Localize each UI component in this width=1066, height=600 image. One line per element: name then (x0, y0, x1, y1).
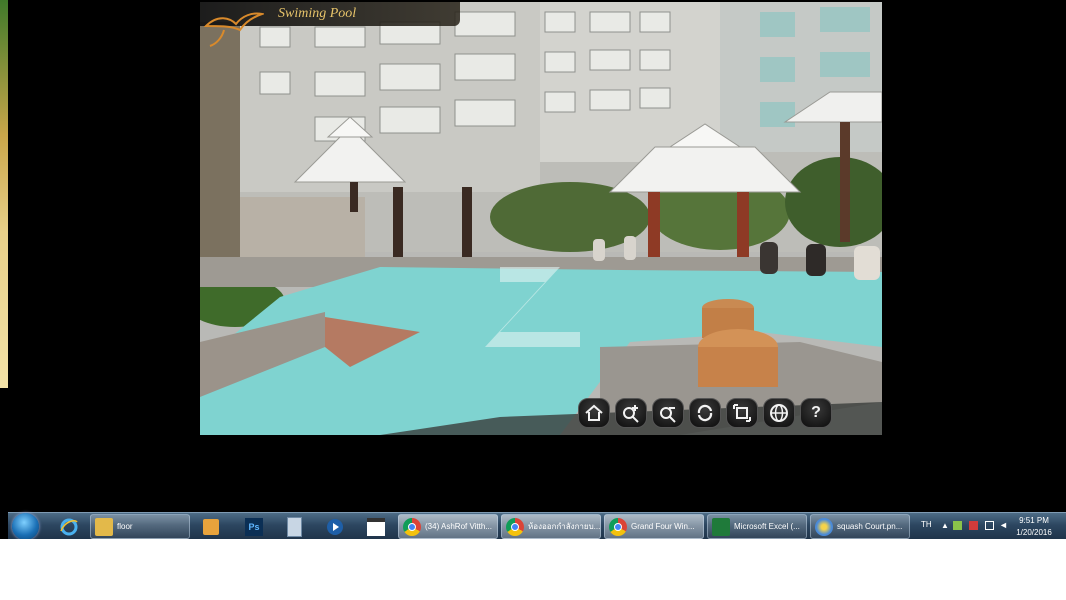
home-icon (585, 404, 603, 421)
volume-icon[interactable]: ◄ (999, 520, 1008, 530)
chrome-icon (506, 517, 524, 536)
play-icon (327, 518, 343, 535)
bird-logo-icon (204, 12, 264, 47)
calculator-button[interactable] (281, 515, 307, 538)
zoom-in-button[interactable] (615, 398, 647, 428)
language-indicator[interactable]: TH (921, 520, 932, 529)
fullscreen-button[interactable] (726, 398, 758, 428)
photoshop-icon: Ps (245, 517, 263, 536)
media-player-icon (203, 518, 219, 535)
panorama-viewer[interactable]: Swiming Pool ? (200, 2, 882, 435)
taskbar-item-label: (34) AshRof Vitth... (425, 522, 492, 531)
calculator-icon (286, 516, 302, 537)
windows-taskbar: floor Ps (34) AshRof Vitth... ห้องออกกำล… (8, 512, 1066, 539)
calendar-button[interactable] (363, 515, 389, 538)
internet-explorer-button[interactable] (56, 515, 82, 538)
taskbar-item-floor[interactable]: floor (90, 514, 190, 539)
zoom-out-button[interactable] (652, 398, 684, 428)
chrome-icon (609, 517, 627, 536)
clock-time[interactable]: 9:51 PM (1008, 516, 1060, 525)
pool-panorama-image[interactable] (200, 2, 882, 435)
taskbar-item-label: floor (117, 522, 133, 531)
taskbar-item-paint[interactable]: squash Court.pn... (810, 514, 910, 539)
scene-title-bar: Swiming Pool (200, 2, 460, 47)
excel-icon (712, 517, 730, 536)
system-tray: TH ▲ ◄ 9:51 PM 1/20/2016 (913, 513, 1066, 539)
zoom-out-icon (660, 407, 676, 423)
security-flag-icon[interactable] (969, 521, 978, 530)
paint-icon (815, 517, 833, 536)
taskbar-item-label: Microsoft Excel (... (734, 522, 800, 531)
desktop: Swiming Pool ? floor Ps (34) AshRof Vitt… (0, 0, 1066, 539)
internet-explorer-icon (60, 518, 78, 535)
clock-date[interactable]: 1/20/2016 (1008, 528, 1060, 537)
vr-view-button[interactable] (763, 398, 795, 428)
power-icon[interactable] (985, 521, 994, 530)
desktop-wallpaper-edge (0, 0, 8, 388)
taskbar-item-excel[interactable]: Microsoft Excel (... (707, 514, 807, 539)
taskbar-item-label: squash Court.pn... (837, 522, 903, 531)
chrome-icon (403, 517, 421, 536)
viewer-toolbar: ? (578, 398, 832, 432)
taskbar-item-chrome-2[interactable]: ห้องออกกำลังกายบ... (501, 514, 601, 539)
scene-title: Swiming Pool (278, 6, 357, 21)
taskbar-item-label: Grand Four Win... (631, 522, 695, 531)
media-player-button[interactable] (322, 515, 348, 538)
photoshop-button[interactable]: Ps (241, 515, 267, 538)
network-icon[interactable] (953, 521, 962, 530)
help-button[interactable]: ? (800, 398, 832, 428)
taskbar-item-label: ห้องออกกำลังกายบ... (528, 522, 601, 531)
taskbar-item-chrome-3[interactable]: Grand Four Win... (604, 514, 704, 539)
media-center-button[interactable] (198, 515, 224, 538)
home-button[interactable] (578, 398, 610, 428)
help-icon: ? (811, 404, 821, 421)
rotate-icon (697, 404, 713, 422)
start-button[interactable] (12, 513, 39, 539)
autorotate-button[interactable] (689, 398, 721, 428)
folder-icon (95, 517, 113, 536)
globe-icon (770, 404, 788, 422)
show-hidden-icons-icon[interactable]: ▲ (941, 521, 949, 530)
calendar-icon (367, 517, 385, 536)
fullscreen-icon (733, 404, 751, 422)
taskbar-item-chrome-1[interactable]: (34) AshRof Vitth... (398, 514, 498, 539)
zoom-in-icon (623, 405, 639, 423)
